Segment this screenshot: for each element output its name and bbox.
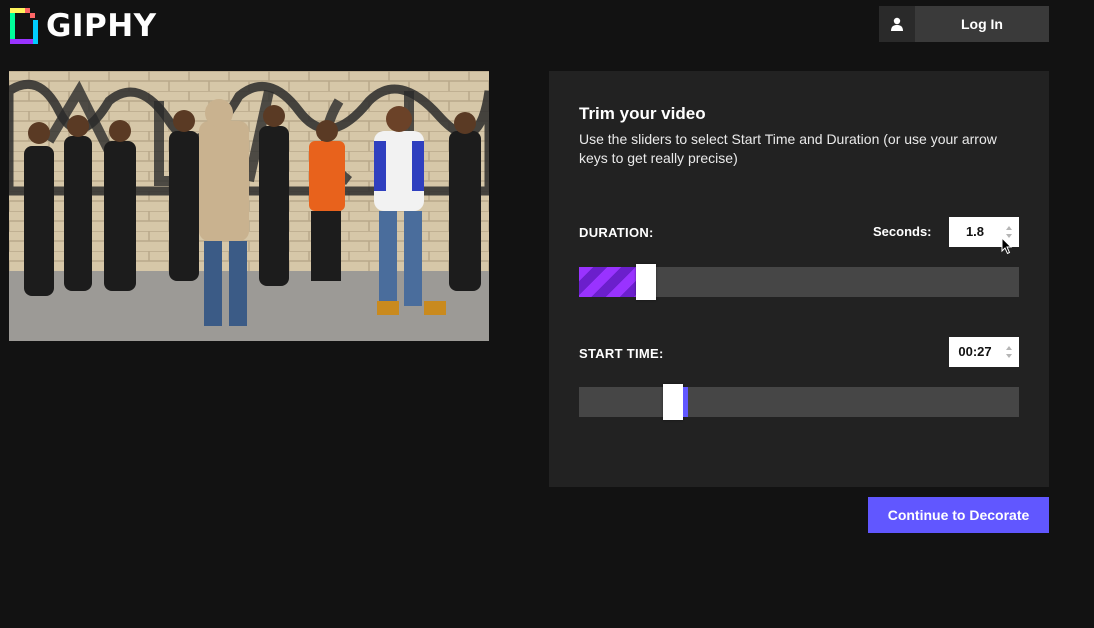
duration-label: DURATION: — [579, 225, 654, 240]
start-time-value: 00:27 — [958, 344, 992, 359]
duration-slider-handle[interactable] — [636, 264, 656, 300]
start-time-slider-handle[interactable] — [663, 384, 683, 420]
mouse-cursor-icon — [1001, 237, 1013, 255]
video-preview — [9, 71, 489, 341]
trim-description: Use the sliders to select Start Time and… — [579, 131, 997, 166]
spinner-arrows-icon[interactable] — [1003, 343, 1015, 361]
giphy-logo-icon — [10, 8, 38, 44]
duration-slider[interactable] — [579, 264, 1019, 300]
duration-slider-fill — [579, 267, 636, 297]
seconds-label: Seconds: — [873, 224, 932, 239]
start-time-slider[interactable] — [579, 384, 1019, 420]
trim-panel: Trim your video Use the sliders to selec… — [549, 71, 1049, 487]
start-time-label: START TIME: — [579, 346, 664, 361]
duration-value: 1.8 — [965, 224, 985, 239]
login-button[interactable]: Log In — [879, 6, 1049, 42]
user-icon — [879, 6, 915, 42]
continue-to-decorate-button[interactable]: Continue to Decorate — [868, 497, 1049, 533]
giphy-wordmark: GIPHY — [46, 8, 157, 44]
giphy-logo[interactable]: GIPHY — [10, 6, 157, 46]
start-time-input[interactable]: 00:27 — [949, 337, 1019, 367]
start-time-range-marker — [683, 387, 688, 417]
login-label: Log In — [961, 16, 1003, 32]
trim-title: Trim your video — [579, 104, 706, 123]
